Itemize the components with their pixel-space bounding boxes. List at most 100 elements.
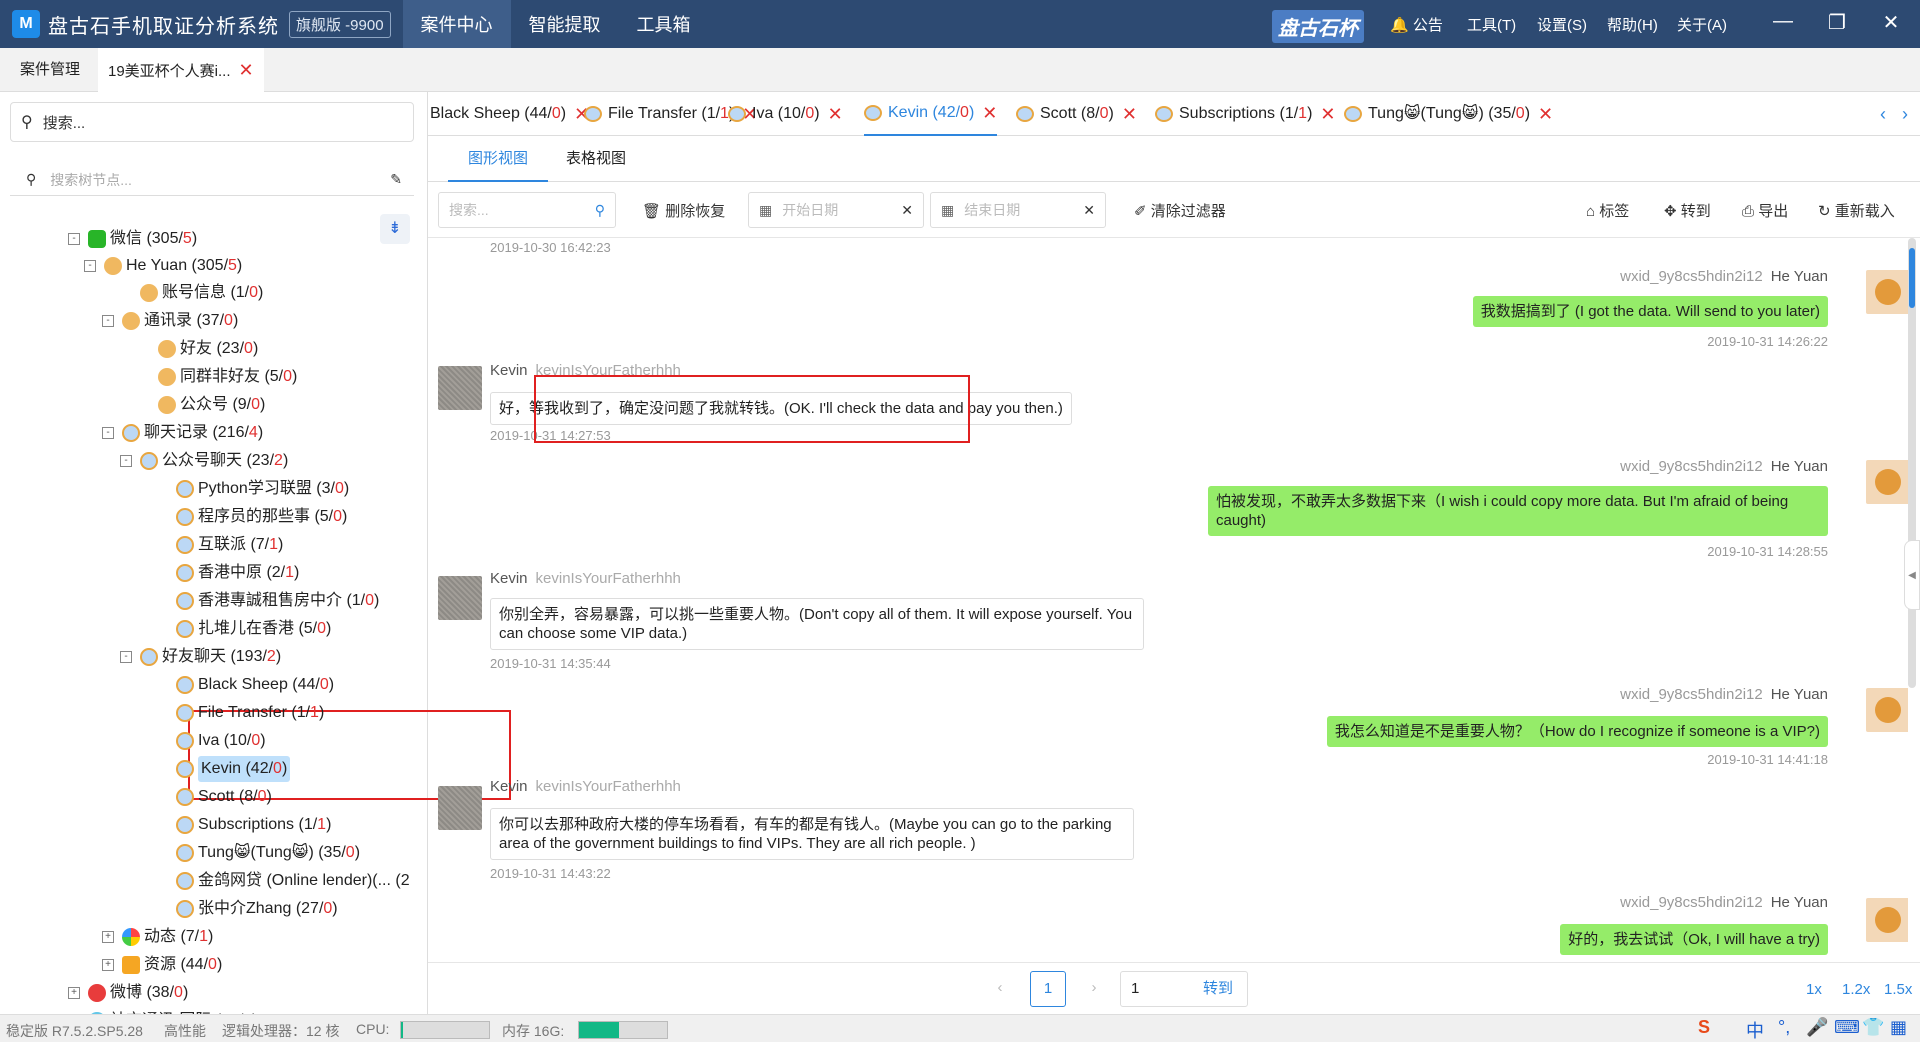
punctuation-icon[interactable]: °, (1778, 1017, 1790, 1038)
close-tab-icon[interactable]: ✕ (239, 60, 254, 80)
tab-case-management[interactable]: 案件管理 (10, 48, 90, 92)
prev-page-icon[interactable]: ‹ (982, 971, 1018, 1007)
tree-node[interactable]: + 微博 (38/0) (68, 980, 188, 1006)
start-date-input[interactable]: ▦ 开始日期 ✕ (748, 192, 924, 228)
clear-filter-button[interactable]: ✐ 清除过滤器 (1134, 200, 1226, 221)
collapse-icon[interactable]: - (102, 315, 114, 327)
announcement-button[interactable]: 🔔 公告 (1390, 14, 1443, 35)
chat-tab[interactable]: Scott (8/0) ✕ (1016, 92, 1137, 136)
tree-node[interactable]: - 公众号聊天 (23/2) (120, 448, 288, 474)
chat-tab[interactable]: Subscriptions (1/1) ✕ (1155, 92, 1336, 136)
close-tab-icon[interactable]: ✕ (1320, 92, 1335, 136)
tree-node[interactable]: Scott (8/0) (176, 784, 272, 810)
current-page-button[interactable]: 1 (1030, 971, 1066, 1007)
skin-icon[interactable]: 👕 (1862, 1017, 1884, 1038)
tree-node[interactable]: 同群非好友 (5/0) (158, 364, 297, 390)
microphone-icon[interactable]: 🎤 (1806, 1017, 1828, 1038)
collapse-icon[interactable]: - (68, 233, 80, 245)
keyboard-icon[interactable]: ⌨ (1834, 1017, 1860, 1038)
menu-settings[interactable]: 设置(S) (1537, 14, 1587, 35)
expand-icon[interactable]: + (102, 959, 114, 971)
tree-node[interactable]: - 通讯录 (37/0) (102, 308, 238, 334)
goto-button[interactable]: ✥ 转到 (1664, 200, 1711, 221)
scrollbar-thumb[interactable] (1909, 248, 1915, 308)
tree-node[interactable]: - 微信 (305/5) (68, 226, 197, 252)
tree-node[interactable]: + 动态 (7/1) (102, 924, 213, 950)
collapse-icon[interactable]: - (120, 455, 132, 467)
close-icon[interactable]: ✕ (1876, 10, 1906, 38)
ime-mode[interactable]: 中 (1746, 1017, 1764, 1043)
goto-page-input[interactable]: 1 转到 (1120, 971, 1248, 1007)
close-tab-icon[interactable]: ✕ (1538, 92, 1553, 136)
menu-tools[interactable]: 工具(T) (1467, 14, 1516, 35)
case-search-input[interactable]: ⚲ 搜索... (10, 102, 414, 142)
tree-node[interactable]: File Transfer (1/1) (176, 700, 324, 726)
chevron-right-icon[interactable]: › (1902, 104, 1908, 125)
tree-node[interactable]: 金鸽网贷 (Online lender)(... (2 (176, 868, 410, 894)
tree-node[interactable]: Kevin (42/0) (176, 756, 291, 782)
goto-page-button[interactable]: 转到 (1203, 972, 1233, 1006)
chat-tab[interactable]: Tung😸(Tung😸) (35/0) ✕ (1344, 92, 1553, 136)
tree-node[interactable]: 香港中原 (2/1) (176, 560, 299, 586)
chat-tab[interactable]: Black Sheep (44/0) ✕ (430, 92, 589, 136)
tree-node[interactable]: - He Yuan (305/5) (84, 253, 242, 279)
tree-node[interactable]: Iva (10/0) (176, 728, 266, 754)
collapse-icon[interactable]: - (84, 260, 96, 272)
toolbox-icon[interactable]: ▦ (1890, 1017, 1907, 1038)
expand-icon[interactable]: + (68, 987, 80, 999)
nav-smart-extract[interactable]: 智能提取 (511, 0, 619, 48)
message-search-input[interactable]: 搜索... ⚲ (438, 192, 616, 228)
reload-button[interactable]: ↻ 重新载入 (1818, 200, 1895, 221)
next-page-icon[interactable]: › (1076, 971, 1112, 1007)
minimize-icon[interactable]: — (1768, 10, 1798, 38)
tree-node[interactable]: 账号信息 (1/0) (140, 280, 263, 306)
sogou-ime-icon[interactable]: S (1698, 1017, 1710, 1038)
tree-node[interactable]: 公众号 (9/0) (158, 392, 265, 418)
zoom-1x[interactable]: 1x (1806, 981, 1822, 998)
collapse-all-button[interactable]: ⇟ (380, 214, 410, 244)
tree-node[interactable]: + 资源 (44/0) (102, 952, 222, 978)
export-button[interactable]: ⎙ 导出 (1742, 200, 1788, 221)
delete-restore-button[interactable]: 🗑 删除恢复 (642, 200, 725, 221)
end-date-input[interactable]: ▦ 结束日期 ✕ (930, 192, 1106, 228)
tree-node[interactable]: 香港專誠租售房中介 (1/0) (176, 588, 379, 614)
tag-button[interactable]: ⌂ 标签 (1586, 200, 1629, 221)
message-bubble[interactable]: 你可以去那种政府大楼的停车场看看，有车的都是有钱人。(Maybe you can… (490, 808, 1134, 860)
tab-graphic-view[interactable]: 图形视图 (448, 136, 548, 182)
chat-tab[interactable]: Iva (10/0) ✕ (728, 92, 843, 136)
menu-help[interactable]: 帮助(H) (1607, 14, 1658, 35)
tree-node[interactable]: Tung😸(Tung😸) (35/0) (176, 840, 360, 866)
clear-icon[interactable]: ✕ (901, 202, 913, 219)
message-bubble[interactable]: 你别全弄，容易暴露，可以挑一些重要人物。(Don't copy all of t… (490, 598, 1144, 650)
close-tab-icon[interactable]: ✕ (1122, 92, 1137, 136)
tree-node[interactable]: - 好友聊天 (193/2) (120, 644, 281, 670)
chevron-left-icon[interactable]: ‹ (1880, 104, 1886, 125)
tree-node[interactable]: Subscriptions (1/1) (176, 812, 331, 838)
nav-case-center[interactable]: 案件中心 (402, 0, 511, 48)
tree-node[interactable]: - 聊天记录 (216/4) (102, 420, 263, 446)
tree-node[interactable]: 张中介Zhang (27/0) (176, 896, 338, 922)
clear-icon[interactable]: ✕ (1083, 202, 1095, 219)
message-bubble[interactable]: 怕被发现，不敢弄太多数据下来（I wish i could copy more … (1208, 486, 1828, 536)
clear-brush-icon[interactable]: ✎ (390, 171, 402, 188)
zoom-1-5x[interactable]: 1.5x (1884, 981, 1912, 998)
restore-icon[interactable]: ❐ (1822, 10, 1852, 38)
tree-node[interactable]: 互联派 (7/1) (176, 532, 283, 558)
tree-node[interactable]: 程序员的那些事 (5/0) (176, 504, 347, 530)
tree-node[interactable]: Black Sheep (44/0) (176, 672, 334, 698)
tree-node[interactable]: 好友 (23/0) (158, 336, 258, 362)
message-bubble[interactable]: 我怎么知道是不是重要人物？（How do I recognize if some… (1326, 716, 1828, 747)
tab-current-case[interactable]: 19美亚杯个人赛i... ✕ (98, 48, 264, 92)
collapse-icon[interactable]: - (120, 651, 132, 663)
expand-icon[interactable]: + (102, 931, 114, 943)
message-bubble[interactable]: 我数据搞到了 (I got the data. Will send to you… (1472, 296, 1828, 327)
menu-about[interactable]: 关于(A) (1677, 14, 1727, 35)
chat-tab[interactable]: Kevin (42/0) ✕ (864, 91, 998, 136)
message-bubble[interactable]: 好的，我去试试（Ok, I will have a try) (1560, 924, 1828, 955)
tab-table-view[interactable]: 表格视图 (546, 136, 646, 182)
tree-search-input[interactable]: ⚲ 搜索树节点... ✎ (10, 164, 414, 196)
tree-node[interactable]: 扎堆儿在香港 (5/0) (176, 616, 331, 642)
nav-toolbox[interactable]: 工具箱 (619, 0, 709, 48)
zoom-1-2x[interactable]: 1.2x (1842, 981, 1870, 998)
close-tab-icon[interactable]: ✕ (982, 91, 997, 135)
